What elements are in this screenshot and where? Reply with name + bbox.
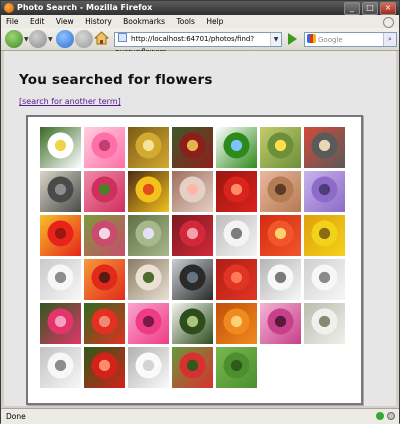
photo-thumbnail[interactable] — [84, 171, 125, 212]
photo-thumbnail[interactable] — [128, 347, 169, 388]
photo-thumbnail[interactable] — [40, 215, 81, 256]
photo-thumbnail[interactable] — [128, 259, 169, 300]
stop-button[interactable] — [75, 30, 93, 48]
photo-thumbnail[interactable] — [128, 215, 169, 256]
search-another-term-link[interactable]: [search for another term] — [19, 97, 121, 106]
photo-thumbnail[interactable] — [128, 303, 169, 344]
search-input[interactable]: Google ⌕ — [304, 32, 397, 47]
menu-bookmarks[interactable]: Bookmarks — [123, 17, 165, 26]
menu-view[interactable]: View — [56, 17, 74, 26]
photo-thumbnail[interactable] — [172, 127, 213, 168]
photo-thumbnail[interactable] — [40, 303, 81, 344]
photo-thumbnail[interactable] — [216, 171, 257, 212]
photo-thumbnail[interactable] — [172, 347, 213, 388]
throbber-icon — [383, 17, 394, 28]
photo-thumbnail[interactable] — [84, 127, 125, 168]
photo-thumbnail[interactable] — [260, 303, 301, 344]
page-favicon-icon — [118, 33, 127, 42]
menu-history[interactable]: History — [85, 17, 112, 26]
photo-thumbnail[interactable] — [128, 127, 169, 168]
photo-thumbnail[interactable] — [260, 171, 301, 212]
photo-thumbnail[interactable] — [172, 215, 213, 256]
menu-tools[interactable]: Tools — [176, 17, 194, 26]
window-title: Photo Search - Mozilla Firefox — [17, 3, 153, 12]
search-placeholder: Google — [318, 36, 343, 44]
photo-thumbnail[interactable] — [260, 215, 301, 256]
back-button[interactable] — [5, 30, 23, 48]
photo-thumbnail[interactable] — [84, 347, 125, 388]
navigation-toolbar: ▼ ▼ http://localhost:64701/photos/find?q… — [1, 28, 399, 56]
photo-thumbnail[interactable] — [84, 303, 125, 344]
results-panel — [26, 115, 363, 405]
photo-thumbnail[interactable] — [40, 127, 81, 168]
photo-thumbnail[interactable] — [304, 259, 345, 300]
search-icon[interactable]: ⌕ — [383, 33, 396, 46]
browser-window: Photo Search - Mozilla Firefox _ □ × Fil… — [0, 0, 400, 424]
photo-thumbnail[interactable] — [84, 259, 125, 300]
photo-thumbnail[interactable] — [260, 259, 301, 300]
photo-thumbnail[interactable] — [40, 347, 81, 388]
forward-history-dropdown-icon[interactable]: ▼ — [48, 36, 53, 43]
google-engine-icon[interactable] — [307, 34, 316, 43]
menu-file[interactable]: File — [6, 17, 19, 26]
page-content: You searched for flowers [search for ano… — [4, 51, 396, 406]
photo-thumbnail[interactable] — [172, 171, 213, 212]
reload-button[interactable] — [56, 30, 74, 48]
photo-thumbnail[interactable] — [304, 303, 345, 344]
menu-edit[interactable]: Edit — [30, 17, 45, 26]
photo-thumbnail[interactable] — [128, 171, 169, 212]
window-controls: _ □ × — [344, 2, 396, 15]
photo-thumbnail[interactable] — [216, 303, 257, 344]
go-button[interactable] — [288, 33, 297, 45]
url-dropdown-icon[interactable]: ▼ — [270, 33, 281, 46]
menu-help[interactable]: Help — [206, 17, 223, 26]
close-icon[interactable]: × — [380, 2, 396, 15]
photo-thumbnail[interactable] — [172, 303, 213, 344]
back-history-dropdown-icon[interactable]: ▼ — [24, 36, 29, 43]
forward-button[interactable] — [29, 30, 47, 48]
photo-thumbnail[interactable] — [260, 127, 301, 168]
minimize-icon[interactable]: _ — [344, 2, 360, 15]
page-title: You searched for flowers — [19, 72, 213, 88]
photo-thumbnail[interactable] — [216, 215, 257, 256]
status-bar: Done — [1, 408, 399, 424]
photo-thumbnail[interactable] — [172, 259, 213, 300]
photo-thumbnail[interactable] — [304, 215, 345, 256]
photo-thumbnail[interactable] — [84, 215, 125, 256]
url-bar[interactable]: http://localhost:64701/photos/find?query… — [114, 32, 282, 56]
photo-thumbnail[interactable] — [40, 259, 81, 300]
status-text: Done — [6, 412, 26, 421]
photo-thumbnail[interactable] — [40, 171, 81, 212]
zoom-icon[interactable] — [387, 412, 395, 420]
photo-thumbnail[interactable] — [216, 259, 257, 300]
maximize-icon[interactable]: □ — [362, 2, 378, 15]
photo-thumbnail[interactable] — [304, 127, 345, 168]
photo-thumbnail[interactable] — [216, 127, 257, 168]
firefox-logo-icon — [4, 3, 14, 13]
photo-thumbnail[interactable] — [304, 171, 345, 212]
security-check-icon — [376, 412, 384, 420]
home-button[interactable] — [94, 31, 109, 45]
menu-bar: File Edit View History Bookmarks Tools H… — [1, 15, 399, 28]
title-bar: Photo Search - Mozilla Firefox _ □ × — [1, 1, 399, 15]
photo-thumbnail[interactable] — [216, 347, 257, 388]
